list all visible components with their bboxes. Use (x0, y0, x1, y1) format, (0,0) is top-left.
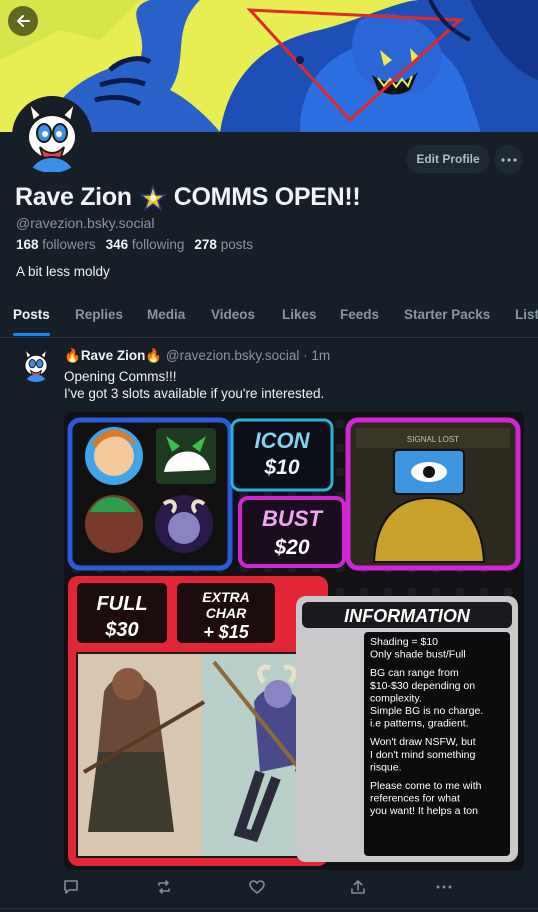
icon-label: ICON (255, 428, 311, 453)
extra-label: EXTRA (202, 589, 249, 605)
posts-count: 278 posts (194, 237, 253, 252)
post-header: 🔥Rave Zion🔥 @ravezion.bsky.social · 1m (64, 348, 331, 363)
info-line: BG can range from (370, 667, 459, 679)
profile-stats: 168 followers 346 following 278 posts (16, 237, 253, 252)
bust-price: $20 (273, 536, 309, 559)
tab-starter-packs[interactable]: Starter Packs (404, 307, 490, 322)
full-price: $30 (104, 619, 138, 641)
fire-emoji-icon: 🔥 (64, 348, 81, 363)
fire-emoji-icon: 🔥 (145, 348, 163, 363)
post-image-commission-sheet[interactable]: ICON $10 BUST $20 SIGNAL LOST FULL $30 E… (64, 412, 524, 870)
extra-price: + $15 (203, 622, 250, 642)
post-author-handle[interactable]: @ravezion.bsky.social (166, 348, 300, 363)
tab-replies[interactable]: Replies (75, 307, 123, 322)
followers-link[interactable]: 168 followers (16, 237, 96, 252)
tab-posts[interactable]: Posts (13, 307, 50, 322)
arrow-left-icon (17, 15, 30, 27)
feed-post[interactable]: 🔥Rave Zion🔥 @ravezion.bsky.social · 1m O… (0, 339, 538, 912)
post-more-icon[interactable] (435, 878, 453, 896)
post-text-line: Opening Comms!!! (64, 369, 177, 384)
back-button[interactable] (8, 6, 38, 36)
post-timestamp[interactable]: 1m (311, 348, 330, 363)
profile-avatar[interactable] (12, 96, 92, 176)
post-author-name[interactable]: Rave Zion (81, 348, 146, 363)
info-line: i.e patterns, gradient. (370, 718, 469, 730)
active-tab-indicator (13, 333, 50, 336)
info-line: risque. (370, 761, 402, 773)
reply-icon[interactable] (62, 878, 80, 896)
tab-lists[interactable]: Lists (515, 307, 538, 322)
profile-bio: A bit less moldy (16, 264, 110, 279)
profile-handle: @ravezion.bsky.social (16, 215, 155, 231)
post-text: Opening Comms!!! I've got 3 slots availa… (64, 368, 324, 402)
info-line: references for what (370, 793, 460, 805)
heart-icon[interactable] (248, 878, 266, 896)
display-name-text: Rave Zion (15, 183, 132, 211)
info-line: you want! It helps a ton (370, 805, 478, 817)
info-line: complexity. (370, 692, 422, 704)
info-line: Won't draw NSFW, but (370, 736, 476, 748)
info-line: $10-$30 depending on (370, 680, 475, 692)
tab-videos[interactable]: Videos (211, 307, 255, 322)
tab-feeds[interactable]: Feeds (340, 307, 379, 322)
info-line: Only shade bust/Full (370, 649, 466, 661)
info-line: I don't mind something (370, 749, 475, 761)
share-icon[interactable] (349, 878, 367, 896)
info-line: Please come to me with (370, 780, 482, 792)
repost-icon[interactable] (155, 878, 173, 896)
following-link[interactable]: 346 following (106, 237, 185, 252)
tab-likes[interactable]: Likes (282, 307, 317, 322)
bust-label: BUST (262, 506, 323, 531)
info-line: Simple BG is no charge. (370, 705, 483, 717)
display-name-suffix: COMMS OPEN!! (173, 183, 361, 211)
extra-label: CHAR (206, 605, 247, 621)
star-badge-icon (139, 184, 166, 211)
post-actions (0, 878, 538, 900)
ellipsis-icon (500, 157, 517, 162)
info-line: Shading = $10 (370, 636, 438, 648)
signal-lost-text: SIGNAL LOST (407, 435, 459, 444)
info-title: INFORMATION (344, 606, 471, 626)
tab-media[interactable]: Media (147, 307, 185, 322)
post-divider (0, 908, 538, 909)
icon-price: $10 (263, 456, 299, 479)
post-author-avatar[interactable] (19, 348, 53, 382)
post-text-line: I've got 3 slots available if you're int… (64, 386, 325, 401)
profile-more-button[interactable] (494, 145, 523, 174)
full-label: FULL (96, 593, 147, 615)
profile-tabs: Posts Replies Media Videos Likes Feeds S… (0, 296, 538, 338)
edit-profile-button[interactable]: Edit Profile (406, 145, 490, 173)
profile-display-name: Rave Zion COMMS OPEN!! (15, 183, 361, 212)
